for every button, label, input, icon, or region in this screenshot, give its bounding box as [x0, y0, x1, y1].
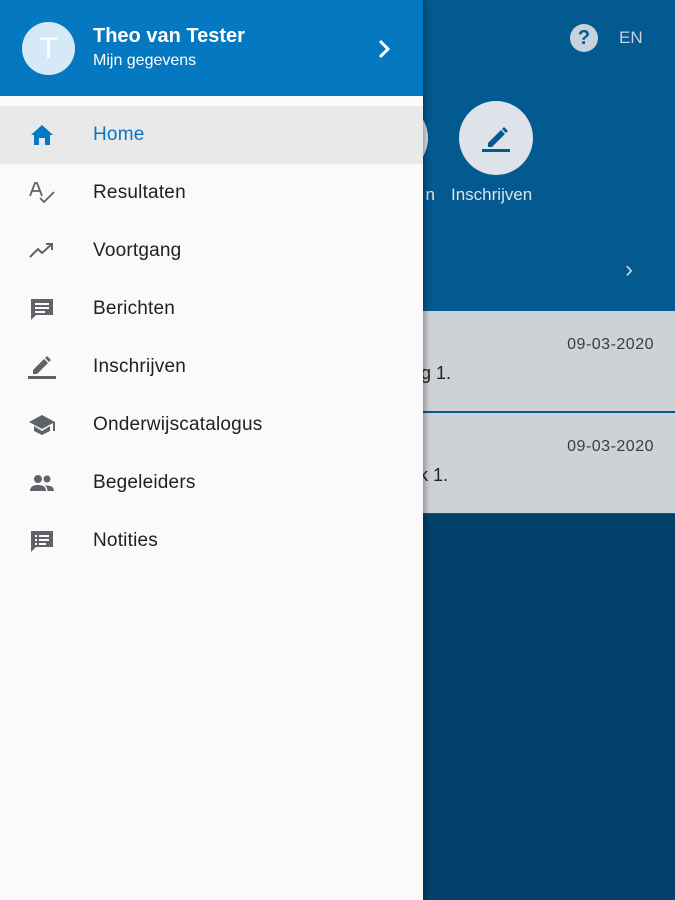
- people-icon: [30, 475, 54, 491]
- card-date: 09-03-2020: [567, 336, 654, 353]
- nav-item-label: Berichten: [93, 298, 176, 319]
- chevron-right-icon: [378, 39, 391, 59]
- nav-item-label: Notities: [93, 530, 158, 551]
- nav-item-label: Inschrijven: [93, 356, 187, 377]
- profile-header[interactable]: T Theo van Tester Mijn gegevens: [0, 0, 423, 96]
- nav-item-label: Resultaten: [93, 182, 186, 203]
- notes-icon: [31, 531, 53, 552]
- pencil-icon: [28, 356, 56, 379]
- card-date: 09-03-2020: [567, 438, 654, 455]
- chat-icon: [31, 299, 53, 320]
- nav-item-label: Begeleiders: [93, 472, 196, 493]
- nav-item-label: Home: [93, 124, 145, 145]
- nav-item-inschrijven[interactable]: Inschrijven: [0, 338, 423, 396]
- trending-up-icon: [29, 243, 53, 258]
- user-name: Theo van Tester: [93, 25, 245, 47]
- nav-item-label: Onderwijscatalogus: [93, 414, 263, 435]
- pencil-icon: [482, 127, 510, 152]
- help-icon: ?: [570, 24, 598, 52]
- home-icon: [31, 125, 53, 145]
- avatar: T: [22, 22, 75, 75]
- nav-item-label: Voortgang: [93, 240, 182, 261]
- language-switch: EN: [619, 28, 643, 47]
- background-tile-label: Inschrijven: [451, 185, 533, 204]
- nav-item-onderwijscatalogus[interactable]: Onderwijscatalogus: [0, 396, 423, 454]
- navigation-drawer: T Theo van Tester Mijn gegevens Home Res…: [0, 0, 423, 900]
- spellcheck-icon: [29, 182, 55, 204]
- nav-item-berichten[interactable]: Berichten: [0, 280, 423, 338]
- nav-item-voortgang[interactable]: Voortgang: [0, 222, 423, 280]
- nav-item-resultaten[interactable]: Resultaten: [0, 164, 423, 222]
- school-icon: [29, 415, 55, 435]
- background-tile-inschrijven: [459, 101, 533, 175]
- nav-menu: Home Resultaten Voortgang Berichten Insc…: [0, 106, 423, 570]
- card-title: rketing 1.: [405, 363, 452, 383]
- nav-item-notities[interactable]: Notities: [0, 512, 423, 570]
- my-details-link: Mijn gegevens: [93, 52, 197, 69]
- nav-item-home[interactable]: Home: [0, 106, 423, 164]
- nav-item-begeleiders[interactable]: Begeleiders: [0, 454, 423, 512]
- card-title: gistiek 1.: [405, 465, 449, 485]
- chevron-right-icon: ›: [625, 256, 633, 283]
